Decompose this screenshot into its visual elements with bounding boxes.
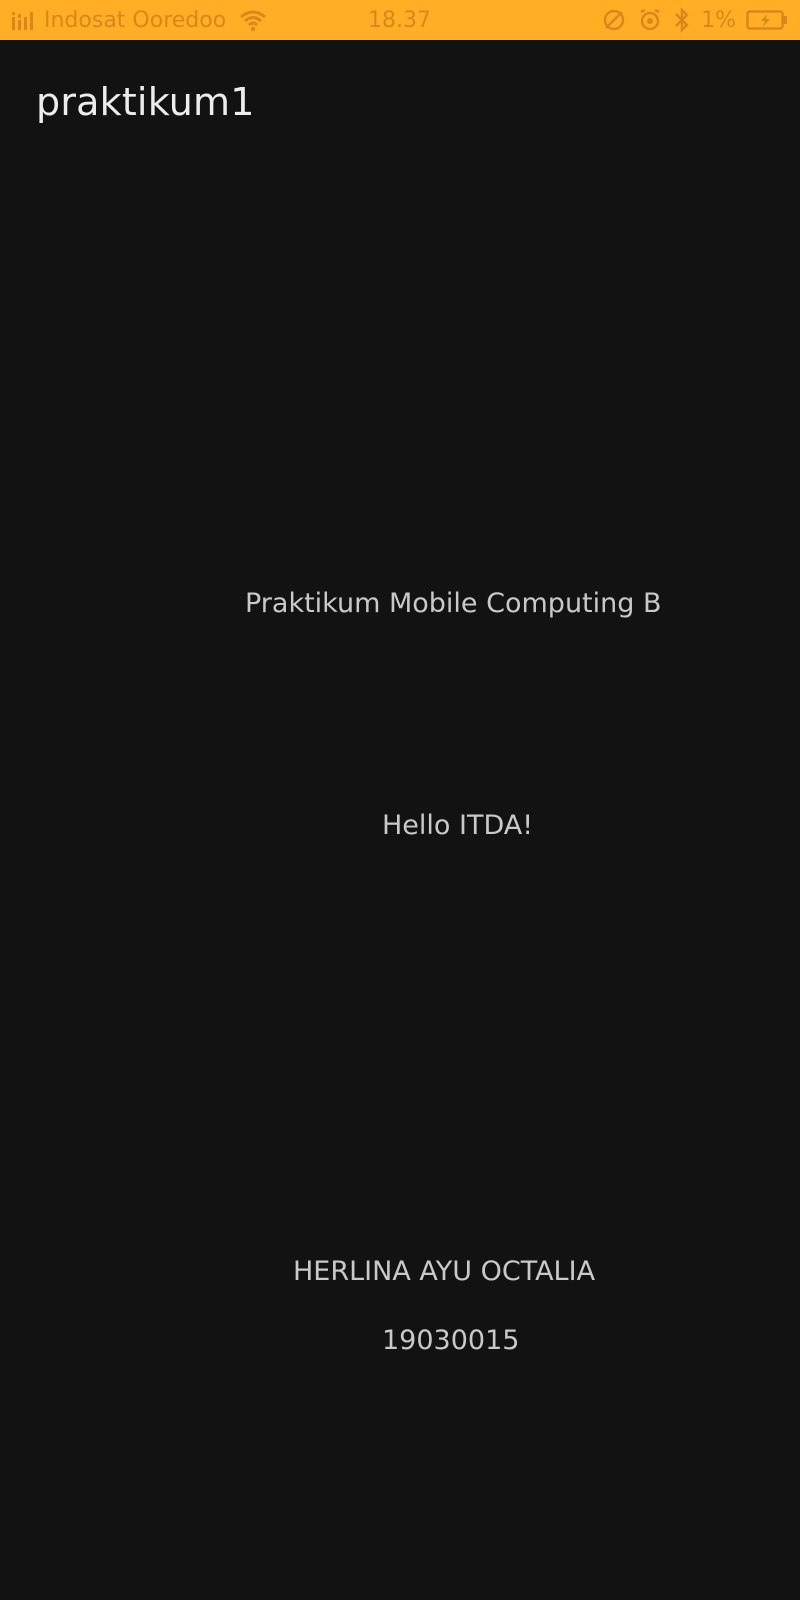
student-name-text: HERLINA AYU OCTALIA — [293, 1256, 596, 1287]
mute-icon — [601, 7, 627, 33]
app-screen: Indosat Ooredoo 18.37 1% praktikum1 Prak… — [0, 0, 800, 1600]
wifi-icon — [238, 8, 268, 32]
signal-icon — [10, 8, 40, 32]
bluetooth-icon — [673, 7, 691, 33]
status-bar: Indosat Ooredoo 18.37 1% — [0, 0, 800, 40]
status-right: 1% — [601, 0, 788, 40]
battery-icon — [746, 9, 788, 31]
greeting-text: Hello ITDA! — [382, 810, 534, 841]
course-text: Praktikum Mobile Computing B — [245, 588, 662, 619]
status-time: 18.37 — [368, 0, 431, 40]
status-left: Indosat Ooredoo — [10, 0, 268, 40]
student-id-text: 19030015 — [382, 1325, 520, 1356]
clock: 18.37 — [368, 7, 431, 33]
battery-percent: 1% — [701, 7, 736, 33]
app-bar: praktikum1 — [0, 40, 800, 170]
app-title: praktikum1 — [36, 80, 255, 124]
alarm-icon — [637, 7, 663, 33]
carrier-name: Indosat Ooredoo — [44, 7, 227, 33]
